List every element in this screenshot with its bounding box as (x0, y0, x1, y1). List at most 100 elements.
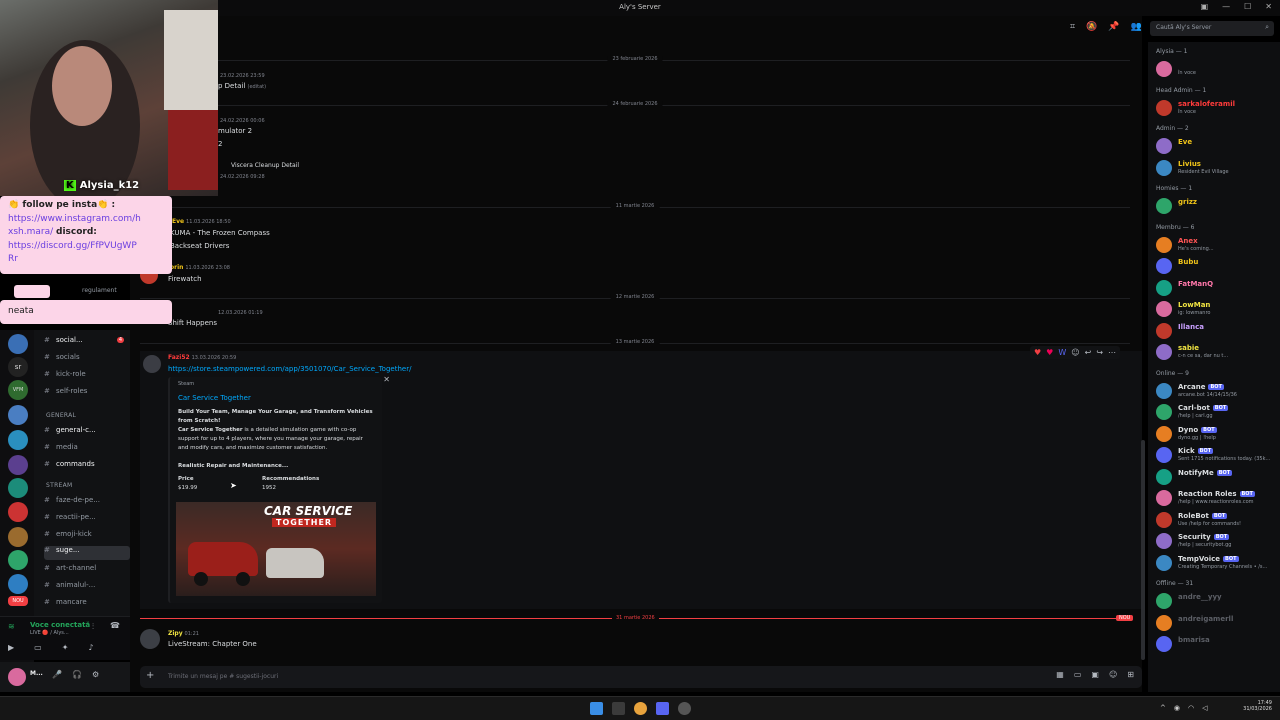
channel-item[interactable]: # art-channel (44, 564, 130, 578)
settings-gear-icon[interactable]: ⚙ (92, 670, 99, 679)
channel-item[interactable]: regulament (82, 287, 117, 294)
member-item[interactable]: în voce (1154, 59, 1276, 79)
member-item[interactable]: Eve (1154, 136, 1276, 156)
channel-item[interactable]: # reactii-pe... (44, 513, 130, 527)
headphones-icon[interactable]: 🎧 (72, 670, 82, 679)
avatar[interactable] (8, 668, 26, 686)
member-item[interactable]: Anex He's coming... (1154, 235, 1276, 255)
maximize-button[interactable]: ☐ (1244, 2, 1251, 11)
member-item[interactable]: Dyno BOT dyno.gg | !help (1154, 424, 1276, 444)
server-icon[interactable]: sr (8, 357, 28, 377)
member-item[interactable]: LowMan ig: lowmanro (1154, 299, 1276, 319)
chat-scrollbar[interactable] (1141, 440, 1145, 660)
reply-icon[interactable]: ↩ (1085, 348, 1092, 357)
discord-icon[interactable] (656, 702, 669, 715)
add-attachment-icon[interactable]: + (146, 670, 154, 681)
tray-up-icon[interactable]: ^ (1160, 704, 1166, 712)
server-icon[interactable] (8, 550, 28, 570)
channel-item-active[interactable]: # suge... (44, 546, 130, 560)
member-item[interactable]: bmarisa (1154, 634, 1276, 654)
channel-item[interactable]: # self-roles (44, 387, 130, 401)
forward-icon[interactable]: ↪ (1096, 348, 1103, 357)
add-reaction-icon[interactable]: ☺ (1071, 348, 1079, 357)
member-item[interactable]: Kick BOT Sent 1715 notifications today. (3… (1154, 445, 1276, 465)
channel-item[interactable]: # socials (44, 353, 130, 367)
gif-icon[interactable]: ▭ (1074, 670, 1082, 679)
search-input[interactable]: Caută Aly's Server ⌕ (1150, 21, 1274, 36)
microphone-icon[interactable]: 🎤 (52, 670, 62, 679)
channel-item[interactable]: # animalul-... (44, 581, 130, 595)
heart-reaction-icon[interactable]: ♥ (1034, 348, 1041, 357)
soundboard-icon[interactable]: ♪ (88, 643, 93, 652)
chat-link[interactable]: https://www.instagram.com/h (8, 214, 141, 224)
reaction-icon[interactable]: ♥ (1046, 348, 1053, 357)
member-item[interactable]: Security BOT/help | securitybot.gg (1154, 531, 1276, 551)
member-item[interactable]: Illanca (1154, 321, 1276, 341)
member-item[interactable]: FatManQ (1154, 278, 1276, 298)
member-item[interactable]: sarkaloferamil în voce (1154, 98, 1276, 118)
channel-item[interactable]: # kick-role (44, 370, 130, 384)
channel-item[interactable]: # general-c... (44, 426, 130, 440)
server-icon[interactable] (8, 430, 28, 450)
threads-icon[interactable]: ⌗ (1070, 22, 1075, 32)
embed-title[interactable]: Car Service Together (178, 394, 251, 402)
server-icon[interactable] (8, 502, 28, 522)
member-list-icon[interactable]: 👥 (1131, 22, 1142, 32)
notification-settings-icon[interactable]: 🔕 (1086, 22, 1097, 32)
wifi-icon[interactable]: ◠ (1188, 704, 1194, 712)
member-item[interactable]: RoleBot BOT Use /help for commands! (1154, 510, 1276, 530)
channel-item[interactable]: # social... 4 (44, 336, 130, 350)
close-button[interactable]: ✕ (1265, 2, 1272, 11)
apps-icon[interactable]: ⊞ (1127, 670, 1134, 679)
member-item[interactable]: sabie c-n ce sa, dar nu t... (1154, 342, 1276, 362)
member-item[interactable]: Carl-bot BOT/help | carl.gg (1154, 402, 1276, 422)
emoji-icon[interactable]: ☺ (1109, 670, 1117, 679)
category-stream[interactable]: STREAM (46, 482, 73, 489)
tray-app-icon[interactable]: ◉ (1174, 704, 1180, 712)
channel-item[interactable]: # mancare (44, 598, 130, 612)
camera-icon[interactable]: ▶ (8, 643, 14, 652)
server-icon[interactable] (8, 574, 28, 594)
member-item[interactable]: Bubu (1154, 256, 1276, 276)
member-item[interactable]: andreigamerll (1154, 613, 1276, 633)
member-item[interactable]: grizz (1154, 196, 1276, 216)
server-icon[interactable] (8, 405, 28, 425)
channel-item[interactable]: # emoji-kick (44, 530, 130, 544)
pinned-messages-icon[interactable]: 📌 (1108, 22, 1119, 32)
message-composer[interactable]: + Trimite un mesaj pe # sugestii-jocuri … (140, 666, 1142, 688)
file-explorer-icon[interactable] (612, 702, 625, 715)
channel-item[interactable]: # commands (44, 460, 130, 474)
member-item[interactable]: Arcane BOT arcane.bot 14/14/15/36 (1154, 381, 1276, 401)
server-icon[interactable]: VFM (8, 380, 28, 400)
avatar[interactable] (140, 629, 160, 649)
gift-icon[interactable]: ▦ (1056, 670, 1064, 679)
steam-link[interactable]: https://store.steampowered.com/app/35010… (168, 365, 411, 373)
chrome-icon[interactable] (634, 702, 647, 715)
minimize-button[interactable]: — (1222, 2, 1230, 11)
disconnect-icon[interactable]: ☎ (110, 621, 120, 630)
channel-item[interactable]: # media (44, 443, 130, 457)
member-item[interactable]: Reaction Roles BOT/help | www.reactionrol… (1154, 488, 1276, 508)
noise-suppression-icon[interactable]: ⫶ (92, 622, 94, 632)
category-general[interactable]: GENERAL (46, 412, 76, 419)
close-embed-icon[interactable]: ✕ (383, 375, 390, 384)
server-icon[interactable] (8, 334, 28, 354)
volume-icon[interactable]: ◁ (1202, 704, 1207, 712)
screen-share-icon[interactable]: ▭ (34, 643, 42, 652)
member-item[interactable]: TempVoice BOT Creating Temporary Channels … (1154, 553, 1276, 573)
channel-item[interactable]: # faze-de-pe... (44, 496, 130, 510)
voice-channel[interactable]: LIVE 🔴 / Alys... (30, 630, 69, 636)
avatar[interactable] (143, 355, 161, 373)
member-item[interactable]: NotifyMe BOT (1154, 467, 1276, 487)
member-item[interactable]: andre__yyy (1154, 591, 1276, 611)
inbox-icon[interactable]: ▣ (1201, 2, 1209, 11)
server-icon[interactable] (8, 478, 28, 498)
game-image[interactable]: CAR SERVICE TOGETHER (176, 502, 376, 596)
windows-start-icon[interactable] (590, 702, 603, 715)
reaction-w-icon[interactable]: W (1058, 348, 1066, 357)
member-item[interactable]: Livius Resident Evil Village (1154, 158, 1276, 178)
clock[interactable]: 17:49 31/03/2026 (1238, 700, 1272, 712)
chat-link[interactable]: https://discord.gg/FfPVUgWP (8, 241, 137, 251)
chat-link[interactable]: Rr (8, 254, 18, 264)
app-icon[interactable] (678, 702, 691, 715)
